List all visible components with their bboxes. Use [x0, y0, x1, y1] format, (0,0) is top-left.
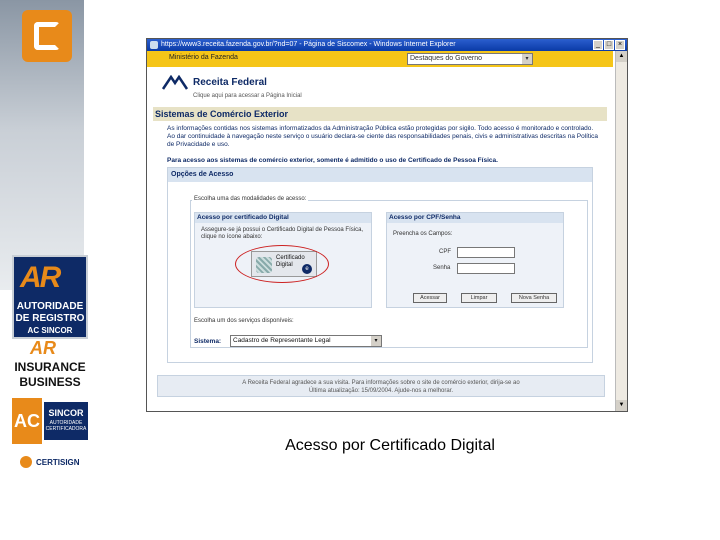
sincor-text: SINCOR: [48, 408, 84, 418]
government-highlights-select[interactable]: Destaques do Governo ▾: [407, 53, 533, 65]
chevron-down-icon: ▾: [371, 336, 381, 346]
access-options-panel: Opções de Acesso Escolha uma das modalid…: [167, 167, 593, 363]
window-titlebar: https://www3.receita.fazenda.gov.br/?nd=…: [147, 39, 627, 51]
certificate-access-description: Assegure-se já possui o Certificado Digi…: [201, 227, 364, 240]
cpf-label: CPF: [439, 249, 451, 255]
access-options-header: Opções de Acesso: [168, 168, 592, 182]
cpf-access-hint: Preencha os Campos:: [393, 231, 453, 237]
scroll-down-icon[interactable]: ▼: [616, 400, 627, 411]
insurance-line-2: BUSINESS: [19, 375, 81, 389]
ar-letters: AR: [20, 261, 61, 294]
maximize-button[interactable]: □: [604, 40, 614, 50]
page-title: Sistemas de Comércio Exterior: [153, 107, 607, 121]
window-title: https://www3.receita.fazenda.gov.br/?nd=…: [161, 41, 456, 48]
branding-strip: AR AUTORIDADE DE REGISTRO AC SINCOR AR I…: [0, 0, 90, 540]
top-logo: [22, 10, 72, 62]
ar-line-3: AC SINCOR: [27, 326, 73, 335]
enter-button[interactable]: Acessar: [413, 293, 447, 303]
ar-line-2: DE REGISTRO: [15, 313, 85, 324]
sistema-label: Sistema:: [194, 338, 222, 345]
cpf-access-title: Acesso por CPF/Senha: [387, 213, 563, 223]
slide-caption: Acesso por Certificado Digital: [285, 437, 495, 454]
receita-federal-logo-icon: [161, 75, 189, 90]
sistema-select[interactable]: Cadastro de Representante Legal ▾: [230, 335, 382, 347]
footer-line-2: Última atualização: 15/09/2004. Ajude-no…: [308, 388, 454, 394]
chevron-down-icon: ▾: [522, 54, 532, 64]
close-button[interactable]: ×: [615, 40, 625, 50]
insurance-line-1: INSURANCE: [14, 360, 86, 374]
certificate-access-title: Acesso por certificado Digital: [195, 213, 371, 223]
ar-logo: AR AUTORIDADE DE REGISTRO AC SINCOR: [12, 255, 88, 339]
privacy-notice: As informações contidas nos sistemas inf…: [167, 125, 599, 148]
browser-window: https://www3.receita.fazenda.gov.br/?nd=…: [146, 38, 628, 412]
government-bar: Ministério da Fazenda Destaques do Gover…: [147, 51, 613, 67]
page-footer: A Receita Federal agradece a sua visita.…: [157, 375, 605, 397]
ie-icon: [150, 41, 158, 49]
scroll-up-icon[interactable]: ▲: [616, 51, 627, 62]
senha-label: Senha: [433, 265, 451, 271]
sistema-value: Cadastro de Representante Legal: [233, 337, 331, 344]
footer-line-1: A Receita Federal agradece a sua visita.…: [242, 380, 520, 386]
government-highlights-value: Destaques do Governo: [410, 55, 482, 62]
cpf-access-panel: Acesso por CPF/Senha Preencha os Campos:…: [386, 212, 564, 308]
senha-input[interactable]: [457, 263, 515, 274]
new-password-button[interactable]: Nova Senha: [511, 293, 557, 303]
access-note: Para acesso aos sistemas de comércio ext…: [167, 157, 498, 164]
clear-button[interactable]: Limpar: [461, 293, 497, 303]
highlight-ellipse: [235, 245, 329, 283]
certisign-icon: [20, 456, 32, 468]
services-label: Escolha um dos serviços disponíveis:: [194, 318, 294, 324]
ministry-link[interactable]: Ministério da Fazenda: [169, 54, 238, 61]
certisign-text: CERTISIGN: [36, 458, 80, 467]
insurance-ar-letters: AR: [30, 338, 56, 358]
cpf-input[interactable]: [457, 247, 515, 258]
vertical-scrollbar[interactable]: ▲ ▼: [615, 51, 627, 411]
home-link[interactable]: Clique aqui para acessar a Página Inicia…: [193, 93, 302, 99]
sincor-sub: AUTORIDADE CERTIFICADORA: [45, 420, 87, 432]
minimize-button[interactable]: _: [593, 40, 603, 50]
ar-line-1: AUTORIDADE: [16, 301, 84, 312]
access-modes-legend: Escolha uma das modalidades de acesso:: [192, 196, 309, 202]
certificate-access-panel: Acesso por certificado Digital Assegure-…: [194, 212, 372, 308]
sincor-box: SINCOR AUTORIDADE CERTIFICADORA: [44, 402, 88, 440]
site-brand: Receita Federal: [193, 77, 267, 88]
